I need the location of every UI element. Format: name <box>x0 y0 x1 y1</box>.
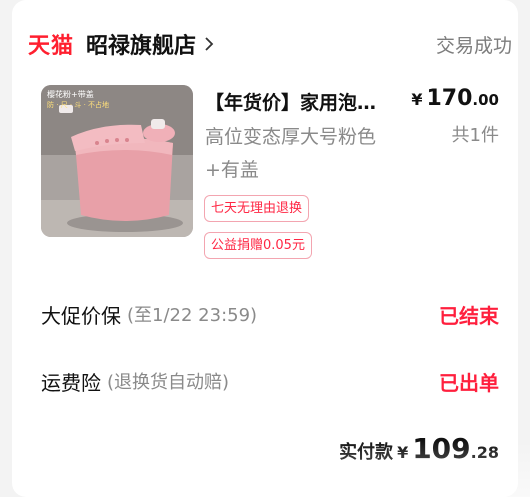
service-label: 运费险 <box>41 370 101 395</box>
product-image[interactable]: 樱花粉+带盖 防 · 尺 · 斗 · 不占地 <box>41 85 193 237</box>
total-integer: 109 <box>412 432 471 465</box>
store-name-link[interactable]: 昭禄旗舰店 <box>86 28 196 60</box>
chevron-right-icon[interactable] <box>204 37 214 51</box>
total-label: 实付款 <box>339 442 394 463</box>
order-status: 交易成功 <box>435 34 512 57</box>
service-note: (退换货自动赔) <box>107 372 230 393</box>
total-currency: ¥ <box>397 443 409 462</box>
total-paid: 实付款 ¥ 109 .28 <box>339 432 499 465</box>
item-quantity: 共1件 <box>451 125 499 146</box>
product-variant: 高位变态厚大号粉色+有盖 <box>205 126 377 181</box>
tmall-logo: 天猫 <box>28 34 75 59</box>
price-decimal: .00 <box>472 91 499 109</box>
shipping-insurance-row[interactable]: 运费险 (退换货自动赔) 已出单 <box>41 366 499 396</box>
service-note: (至1/22 23:59) <box>127 305 258 326</box>
service-label: 大促价保 <box>41 303 121 328</box>
return-policy-tag: 七天无理由退换 <box>204 195 310 222</box>
price-currency: ¥ <box>411 90 423 109</box>
charity-donation-tag: 公益捐赠0.05元 <box>204 232 312 259</box>
service-status: 已出单 <box>439 370 499 395</box>
image-label-color: 樱花粉+带盖 <box>47 89 94 99</box>
product-title[interactable]: 【年货价】家用泡澡桶 <box>205 88 393 115</box>
unit-price: ¥ 170 .00 <box>411 86 499 111</box>
bathtub-image: 樱花粉+带盖 防 · 尺 · 斗 · 不占地 <box>41 85 193 237</box>
image-label-feature: 防 · 尺 · 斗 · 不占地 <box>47 100 109 109</box>
service-status: 已结束 <box>439 303 499 328</box>
order-header: 天猫 昭禄旗舰店 交易成功 <box>28 28 512 60</box>
total-decimal: .28 <box>470 443 499 462</box>
price-protection-row[interactable]: 大促价保 (至1/22 23:59) 已结束 <box>41 299 499 329</box>
price-integer: 170 <box>426 86 473 111</box>
